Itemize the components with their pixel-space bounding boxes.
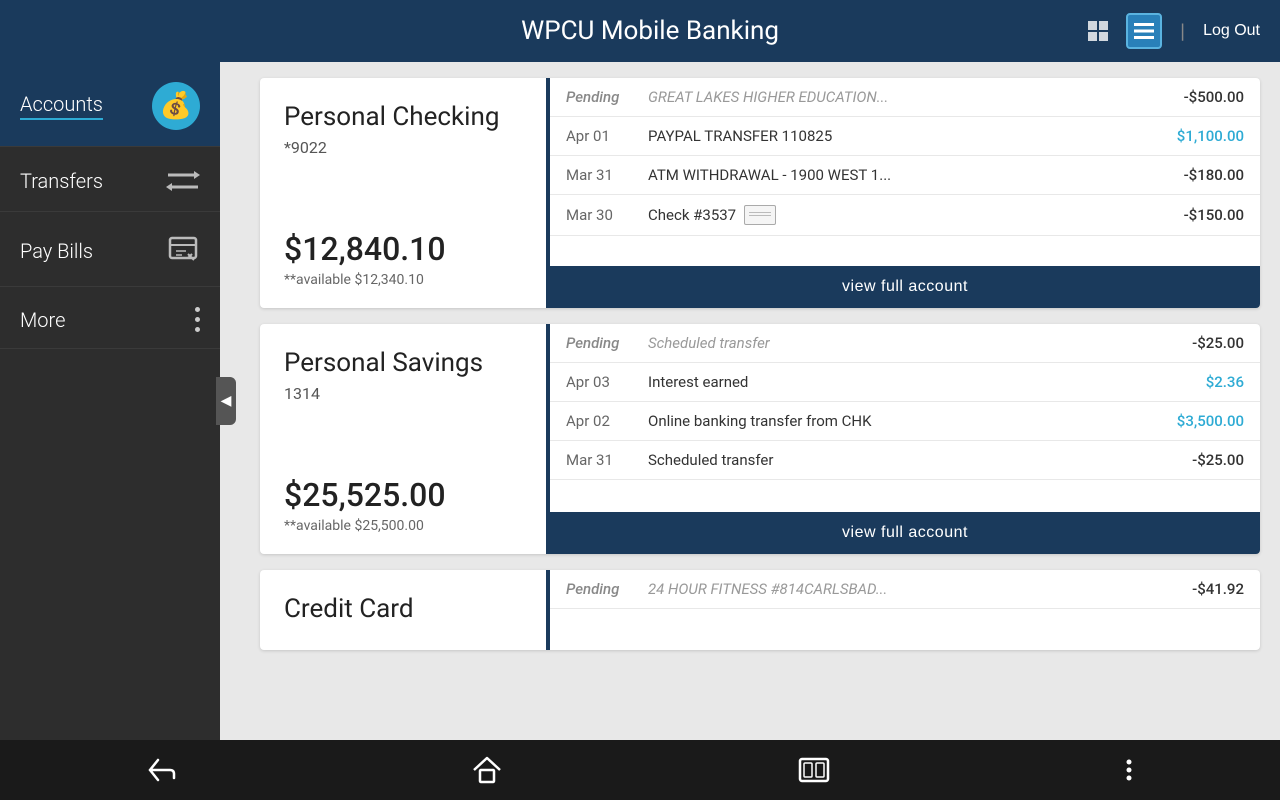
- table-row: Mar 30 Check #3537 -$150.00: [550, 195, 1260, 236]
- tx-date: Apr 02: [566, 412, 636, 430]
- checking-transactions: Pending GREAT LAKES HIGHER EDUCATION... …: [550, 78, 1260, 266]
- options-button[interactable]: [1096, 751, 1162, 789]
- tx-date: Pending: [566, 580, 636, 598]
- tx-amount: -$180.00: [1154, 166, 1244, 184]
- table-row: Apr 02 Online banking transfer from CHK …: [550, 402, 1260, 441]
- top-bar: WPCU Mobile Banking | Log Out: [0, 0, 1280, 62]
- pay-bills-icon: [166, 232, 200, 270]
- savings-name: Personal Savings: [284, 348, 522, 378]
- credit-transactions: Pending 24 HOUR FITNESS #814CARLSBAD... …: [550, 570, 1260, 650]
- account-left-savings: Personal Savings 1314 $25,525.00 **avail…: [260, 324, 550, 554]
- account-right-checking: Pending GREAT LAKES HIGHER EDUCATION... …: [550, 78, 1260, 308]
- savings-transactions: Pending Scheduled transfer -$25.00 Apr 0…: [550, 324, 1260, 512]
- sidebar-transfers-label: Transfers: [20, 169, 103, 193]
- sidebar: Accounts 💰 Transfers Pay Bills: [0, 62, 220, 740]
- tx-desc: Scheduled transfer: [648, 334, 1142, 352]
- app-title: WPCU Mobile Banking: [220, 16, 1080, 46]
- accounts-icon: 💰: [152, 82, 200, 130]
- account-card-credit: Credit Card Pending 24 HOUR FITNESS #814…: [260, 570, 1260, 650]
- tx-amount: -$500.00: [1154, 88, 1244, 106]
- table-row: Pending GREAT LAKES HIGHER EDUCATION... …: [550, 78, 1260, 117]
- savings-number: 1314: [284, 384, 522, 403]
- sidebar-item-pay-bills[interactable]: Pay Bills: [0, 212, 220, 287]
- bottom-nav: [0, 740, 1280, 800]
- table-row: Apr 01 PAYPAL TRANSFER 110825 $1,100.00: [550, 117, 1260, 156]
- sidebar-item-more[interactable]: More: [0, 287, 220, 349]
- check-image-icon: [744, 205, 776, 225]
- tx-desc: GREAT LAKES HIGHER EDUCATION...: [648, 88, 1142, 106]
- sidebar-more-label: More: [20, 308, 65, 332]
- tx-date: Apr 03: [566, 373, 636, 391]
- account-right-savings: Pending Scheduled transfer -$25.00 Apr 0…: [550, 324, 1260, 554]
- tx-desc: PAYPAL TRANSFER 110825: [648, 127, 1142, 145]
- transfers-icon: [166, 167, 200, 195]
- sidebar-accounts-label: Accounts: [20, 92, 103, 120]
- view-full-account-button-checking[interactable]: view full account: [550, 266, 1260, 308]
- tx-date: Mar 31: [566, 451, 636, 469]
- savings-balance: $25,525.00: [284, 476, 522, 514]
- back-button[interactable]: [118, 750, 206, 790]
- more-icon: [195, 307, 200, 332]
- divider: |: [1180, 19, 1185, 43]
- tx-amount: $2.36: [1154, 373, 1244, 391]
- tx-amount: -$41.92: [1154, 580, 1244, 598]
- tx-date: Mar 31: [566, 166, 636, 184]
- tx-desc: Check #3537: [648, 205, 1142, 225]
- tx-amount: -$25.00: [1154, 334, 1244, 352]
- tx-date: Apr 01: [566, 127, 636, 145]
- tx-amount: -$150.00: [1154, 206, 1244, 224]
- tx-desc: ATM WITHDRAWAL - 1900 WEST 1...: [648, 166, 1142, 184]
- account-card-checking: Personal Checking *9022 $12,840.10 **ava…: [260, 78, 1260, 308]
- tx-date: Mar 30: [566, 206, 636, 224]
- sidebar-collapse-button[interactable]: ◀: [216, 377, 236, 425]
- list-view-button[interactable]: [1126, 13, 1162, 49]
- tx-desc: Interest earned: [648, 373, 1142, 391]
- savings-available: **available $25,500.00: [284, 518, 522, 534]
- account-right-credit: Pending 24 HOUR FITNESS #814CARLSBAD... …: [550, 570, 1260, 650]
- logout-button[interactable]: Log Out: [1203, 22, 1260, 40]
- checking-number: *9022: [284, 138, 522, 157]
- credit-name: Credit Card: [284, 594, 522, 624]
- table-row: Mar 31 Scheduled transfer -$25.00: [550, 441, 1260, 480]
- tx-date: Pending: [566, 334, 636, 352]
- checking-name: Personal Checking: [284, 102, 522, 132]
- top-bar-controls: | Log Out: [1080, 13, 1260, 49]
- account-card-savings: Personal Savings 1314 $25,525.00 **avail…: [260, 324, 1260, 554]
- view-full-account-button-savings[interactable]: view full account: [550, 512, 1260, 554]
- tx-desc: 24 HOUR FITNESS #814CARLSBAD...: [648, 580, 1142, 598]
- tx-amount: $1,100.00: [1154, 127, 1244, 145]
- main-layout: Accounts 💰 Transfers Pay Bills: [0, 62, 1280, 740]
- table-row: Pending 24 HOUR FITNESS #814CARLSBAD... …: [550, 570, 1260, 609]
- checking-available: **available $12,340.10: [284, 272, 522, 288]
- table-row: Pending Scheduled transfer -$25.00: [550, 324, 1260, 363]
- account-left-checking: Personal Checking *9022 $12,840.10 **ava…: [260, 78, 550, 308]
- content-area: Personal Checking *9022 $12,840.10 **ava…: [220, 62, 1280, 740]
- sidebar-item-accounts[interactable]: Accounts 💰: [0, 62, 220, 147]
- tx-date: Pending: [566, 88, 636, 106]
- sidebar-item-transfers[interactable]: Transfers: [0, 147, 220, 212]
- home-button[interactable]: [442, 748, 532, 792]
- tx-amount: -$25.00: [1154, 451, 1244, 469]
- account-left-credit: Credit Card: [260, 570, 550, 650]
- tx-amount: $3,500.00: [1154, 412, 1244, 430]
- tx-desc: Online banking transfer from CHK: [648, 412, 1142, 430]
- sidebar-paybills-label: Pay Bills: [20, 239, 93, 263]
- checking-balance: $12,840.10: [284, 230, 522, 268]
- table-row: Mar 31 ATM WITHDRAWAL - 1900 WEST 1... -…: [550, 156, 1260, 195]
- grid-view-button[interactable]: [1080, 13, 1116, 49]
- table-row: Apr 03 Interest earned $2.36: [550, 363, 1260, 402]
- tx-desc: Scheduled transfer: [648, 451, 1142, 469]
- recents-button[interactable]: [768, 749, 860, 791]
